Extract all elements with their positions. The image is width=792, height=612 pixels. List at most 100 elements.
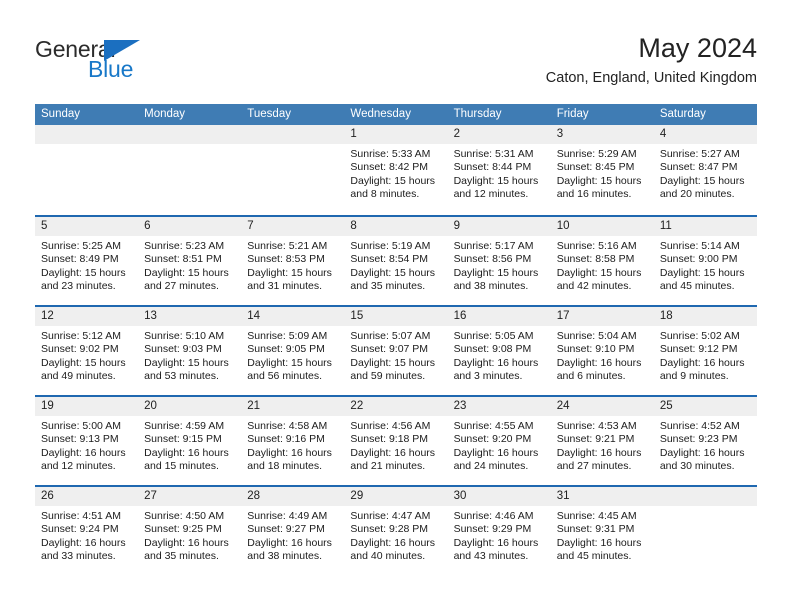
weekday-header-monday: Monday bbox=[144, 108, 186, 120]
day-cell[interactable]: 15 Sunrise: 5:07 AM Sunset: 9:07 PM Dayligh… bbox=[344, 307, 448, 395]
sunset-text: Sunset: 8:51 PM bbox=[144, 253, 222, 266]
day-number-band: 4 bbox=[653, 125, 757, 144]
day-number-band: 10 bbox=[550, 217, 654, 236]
day-cell[interactable]: 5 Sunrise: 5:25 AM Sunset: 8:49 PM Daylight… bbox=[35, 217, 139, 305]
daylight-text-line1: Daylight: 16 hours bbox=[556, 446, 642, 459]
day-cell[interactable]: 12 Sunrise: 5:12 AM Sunset: 9:02 PM Dayligh… bbox=[35, 307, 139, 395]
day-cell[interactable]: 31 Sunrise: 4:45 AM Sunset: 9:31 PM Dayligh… bbox=[550, 487, 654, 575]
day-cell[interactable]: 28 Sunrise: 4:49 AM Sunset: 9:27 PM Dayligh… bbox=[241, 487, 345, 575]
day-cell[interactable]: 6 Sunrise: 5:23 AM Sunset: 8:51 PM Daylight… bbox=[138, 217, 242, 305]
day-cell[interactable]: 1 Sunrise: 5:33 AM Sunset: 8:42 PM Daylight… bbox=[344, 125, 448, 215]
sunset-text: Sunset: 9:31 PM bbox=[556, 523, 635, 536]
daylight-text-line2: and 8 minutes. bbox=[350, 188, 420, 201]
day-sun-info: Sunrise: 5:23 AM Sunset: 8:51 PM Daylight:… bbox=[138, 236, 241, 294]
day-cell[interactable]: 23 Sunrise: 4:55 AM Sunset: 9:20 PM Dayligh… bbox=[447, 397, 551, 485]
day-cell[interactable]: 24 Sunrise: 4:53 AM Sunset: 9:21 PM Dayligh… bbox=[550, 397, 654, 485]
daylight-text-line1: Daylight: 16 hours bbox=[247, 446, 332, 459]
daylight-text-line1: Daylight: 15 hours bbox=[350, 266, 436, 279]
day-number-band: 24 bbox=[550, 397, 654, 416]
sunrise-text: Sunrise: 5:00 AM bbox=[41, 420, 121, 432]
day-sun-info: Sunrise: 5:21 AM Sunset: 8:53 PM Daylight:… bbox=[241, 236, 344, 294]
day-number: 5 bbox=[41, 220, 48, 232]
day-cell[interactable]: 19 Sunrise: 5:00 AM Sunset: 9:13 PM Dayligh… bbox=[35, 397, 139, 485]
sunset-text: Sunset: 9:08 PM bbox=[453, 343, 532, 356]
day-cell[interactable]: 30 Sunrise: 4:46 AM Sunset: 9:29 PM Dayligh… bbox=[447, 487, 551, 575]
day-number-band: 19 bbox=[35, 397, 139, 416]
day-cell[interactable]: 16 Sunrise: 5:05 AM Sunset: 9:08 PM Dayligh… bbox=[447, 307, 551, 395]
sunrise-text: Sunrise: 4:53 AM bbox=[556, 420, 637, 432]
day-cell[interactable]: 11 Sunrise: 5:14 AM Sunset: 9:00 PM Dayligh… bbox=[653, 217, 757, 305]
daylight-text-line2: and 27 minutes. bbox=[144, 280, 219, 293]
day-cell[interactable]: 7 Sunrise: 5:21 AM Sunset: 8:53 PM Daylight… bbox=[241, 217, 345, 305]
daylight-text-line1: Daylight: 16 hours bbox=[350, 536, 436, 549]
sunset-text: Sunset: 9:10 PM bbox=[556, 343, 635, 356]
day-number: 27 bbox=[144, 490, 157, 502]
daylight-text-line1: Daylight: 15 hours bbox=[144, 356, 229, 369]
day-sun-info: Sunrise: 4:58 AM Sunset: 9:16 PM Daylight:… bbox=[241, 416, 344, 474]
day-number-band: 29 bbox=[344, 487, 448, 506]
day-number-band: 14 bbox=[241, 307, 345, 326]
day-cell[interactable]: 8 Sunrise: 5:19 AM Sunset: 8:54 PM Daylight… bbox=[344, 217, 448, 305]
daylight-text-line2: and 20 minutes. bbox=[659, 188, 735, 201]
daylight-text-line2: and 24 minutes. bbox=[453, 460, 529, 473]
daylight-text-line1: Daylight: 15 hours bbox=[453, 174, 539, 187]
day-number: 22 bbox=[350, 400, 364, 412]
daylight-text-line1: Daylight: 15 hours bbox=[556, 174, 642, 187]
day-cell[interactable]: 20 Sunrise: 4:59 AM Sunset: 9:15 PM Dayligh… bbox=[138, 397, 242, 485]
day-sun-info: Sunrise: 4:51 AM Sunset: 9:24 PM Daylight:… bbox=[35, 506, 138, 564]
daylight-text-line1: Daylight: 16 hours bbox=[453, 536, 539, 549]
sunset-text: Sunset: 9:03 PM bbox=[144, 343, 222, 356]
day-cell[interactable]: 3 Sunrise: 5:29 AM Sunset: 8:45 PM Daylight… bbox=[550, 125, 654, 215]
daylight-text-line2: and 21 minutes. bbox=[350, 460, 426, 473]
day-number-band bbox=[653, 487, 757, 506]
sunset-text: Sunset: 9:27 PM bbox=[247, 523, 325, 536]
day-cell[interactable]: 14 Sunrise: 5:09 AM Sunset: 9:05 PM Dayligh… bbox=[241, 307, 345, 395]
day-sun-info: Sunrise: 4:59 AM Sunset: 9:15 PM Daylight:… bbox=[138, 416, 241, 474]
day-cell[interactable]: 25 Sunrise: 4:52 AM Sunset: 9:23 PM Dayligh… bbox=[653, 397, 757, 485]
sunrise-text: Sunrise: 5:33 AM bbox=[350, 148, 431, 160]
day-cell[interactable]: 10 Sunrise: 5:16 AM Sunset: 8:58 PM Dayligh… bbox=[550, 217, 654, 305]
day-cell[interactable]: 18 Sunrise: 5:02 AM Sunset: 9:12 PM Dayligh… bbox=[653, 307, 757, 395]
day-sun-info: Sunrise: 5:00 AM Sunset: 9:13 PM Daylight:… bbox=[35, 416, 138, 474]
daylight-text-line2: and 40 minutes. bbox=[350, 550, 426, 563]
sunset-text: Sunset: 9:16 PM bbox=[247, 433, 325, 446]
daylight-text-line1: Daylight: 16 hours bbox=[41, 446, 126, 459]
day-cell[interactable]: 17 Sunrise: 5:04 AM Sunset: 9:10 PM Dayligh… bbox=[550, 307, 654, 395]
sunset-text: Sunset: 8:47 PM bbox=[659, 161, 738, 174]
day-number: 13 bbox=[144, 310, 157, 322]
daylight-text-line2: and 9 minutes. bbox=[659, 370, 729, 383]
day-cell[interactable]: 2 Sunrise: 5:31 AM Sunset: 8:44 PM Daylight… bbox=[447, 125, 551, 215]
day-sun-info: Sunrise: 4:45 AM Sunset: 9:31 PM Daylight:… bbox=[551, 506, 654, 564]
day-cell[interactable]: 22 Sunrise: 4:56 AM Sunset: 9:18 PM Dayligh… bbox=[344, 397, 448, 485]
day-number-band: 26 bbox=[35, 487, 139, 506]
weekday-header-friday: Friday bbox=[556, 108, 589, 120]
sunrise-text: Sunrise: 5:05 AM bbox=[453, 330, 534, 342]
general-blue-logo[interactable]: General Blue bbox=[35, 36, 215, 84]
sunset-text: Sunset: 9:12 PM bbox=[659, 343, 738, 356]
daylight-text-line1: Daylight: 16 hours bbox=[453, 446, 539, 459]
day-cell[interactable]: 4 Sunrise: 5:27 AM Sunset: 8:47 PM Daylight… bbox=[653, 125, 757, 215]
day-number-band: 25 bbox=[653, 397, 757, 416]
day-cell[interactable]: 29 Sunrise: 4:47 AM Sunset: 9:28 PM Dayligh… bbox=[344, 487, 448, 575]
daylight-text-line1: Daylight: 16 hours bbox=[247, 536, 332, 549]
sunrise-text: Sunrise: 4:58 AM bbox=[247, 420, 328, 432]
sunrise-text: Sunrise: 4:45 AM bbox=[556, 510, 637, 522]
day-sun-info: Sunrise: 5:27 AM Sunset: 8:47 PM Daylight:… bbox=[654, 144, 757, 202]
sunrise-text: Sunrise: 5:23 AM bbox=[144, 240, 225, 252]
sunset-text: Sunset: 8:58 PM bbox=[556, 253, 635, 266]
day-cell[interactable]: 26 Sunrise: 4:51 AM Sunset: 9:24 PM Dayligh… bbox=[35, 487, 139, 575]
daylight-text-line2: and 27 minutes. bbox=[556, 460, 632, 473]
day-cell-empty bbox=[138, 125, 242, 215]
day-number-band bbox=[35, 125, 139, 144]
day-cell[interactable]: 21 Sunrise: 4:58 AM Sunset: 9:16 PM Dayligh… bbox=[241, 397, 345, 485]
day-sun-info: Sunrise: 4:52 AM Sunset: 9:23 PM Daylight:… bbox=[654, 416, 757, 474]
weekday-header-saturday: Saturday bbox=[659, 108, 706, 120]
day-cell[interactable]: 27 Sunrise: 4:50 AM Sunset: 9:25 PM Dayligh… bbox=[138, 487, 242, 575]
day-cell[interactable]: 13 Sunrise: 5:10 AM Sunset: 9:03 PM Dayligh… bbox=[138, 307, 242, 395]
sunrise-text: Sunrise: 5:14 AM bbox=[659, 240, 740, 252]
day-number: 4 bbox=[659, 128, 667, 140]
daylight-text-line1: Daylight: 16 hours bbox=[144, 446, 229, 459]
day-cell[interactable]: 9 Sunrise: 5:17 AM Sunset: 8:56 PM Daylight… bbox=[447, 217, 551, 305]
daylight-text-line2: and 59 minutes. bbox=[350, 370, 426, 383]
sunrise-text: Sunrise: 4:56 AM bbox=[350, 420, 431, 432]
